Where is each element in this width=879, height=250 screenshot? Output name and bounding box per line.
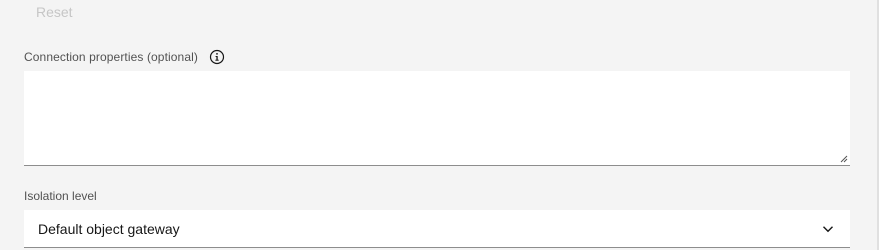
connection-properties-textarea[interactable] (24, 71, 850, 165)
chevron-down-icon (823, 226, 833, 233)
isolation-level-select[interactable]: Default object gateway (24, 210, 850, 248)
isolation-level-label: Isolation level (24, 189, 97, 203)
connection-properties-field (24, 71, 850, 166)
connection-properties-label: Connection properties (optional) (24, 50, 198, 64)
connection-properties-header: Connection properties (optional) (24, 49, 225, 65)
reset-button[interactable]: Reset (36, 3, 73, 21)
info-icon[interactable] (209, 49, 225, 65)
resize-handle-icon[interactable] (840, 155, 848, 163)
isolation-level-value: Default object gateway (38, 221, 180, 237)
